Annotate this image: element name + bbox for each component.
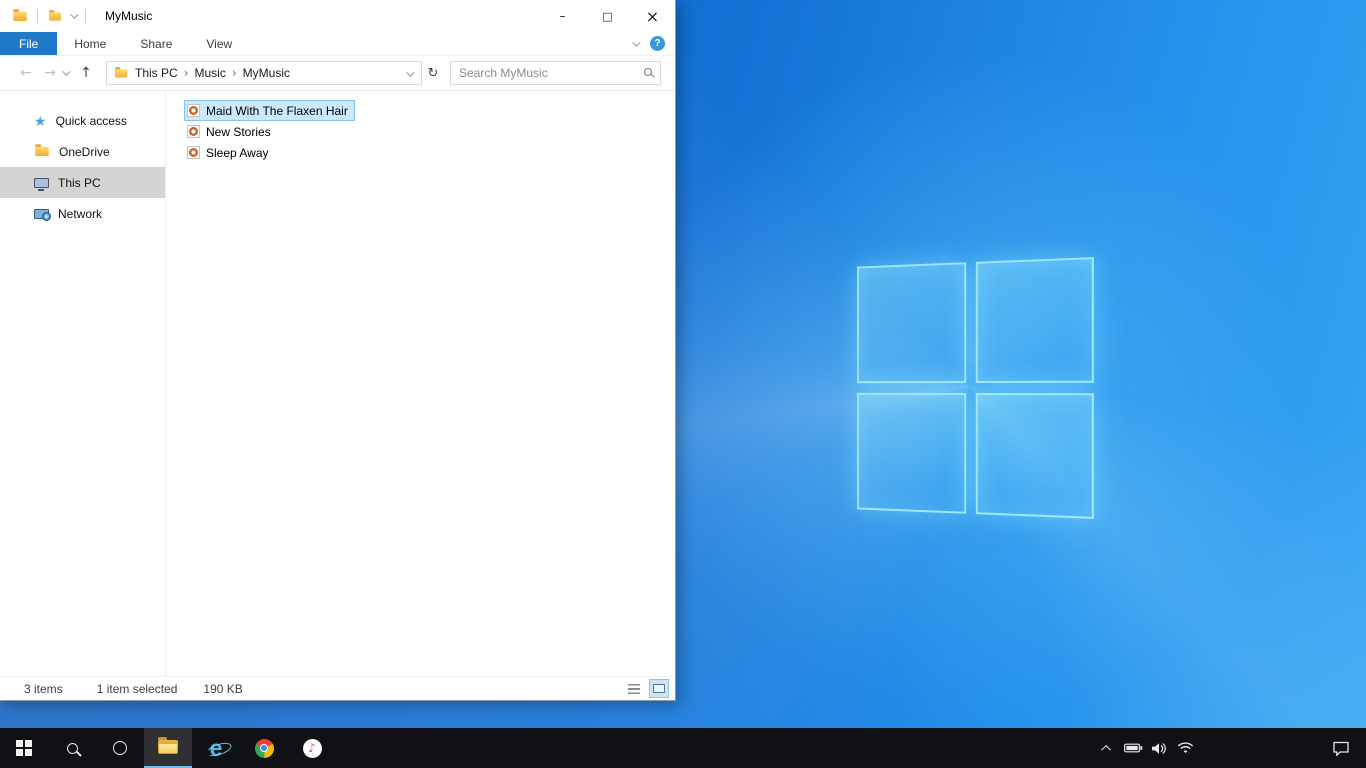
windows-logo-pane — [976, 257, 1094, 383]
breadcrumb-this-pc[interactable]: This PC — [129, 66, 184, 80]
tab-file[interactable]: File — [0, 32, 57, 55]
thumbnails-view-button[interactable] — [649, 679, 669, 698]
media-file-icon — [187, 125, 200, 138]
quick-access-toolbar-chevron-icon[interactable] — [70, 10, 78, 18]
window-controls: – □ × — [540, 0, 675, 32]
network-tray-button[interactable] — [1172, 728, 1198, 768]
search-icon[interactable] — [644, 68, 652, 76]
address-dropdown-chevron-icon[interactable] — [401, 66, 417, 80]
sidebar-item-label: This PC — [58, 176, 101, 190]
file-item[interactable]: New Stories — [184, 121, 278, 142]
search-icon — [67, 743, 78, 754]
windows-logo-pane — [976, 393, 1094, 519]
ribbon-tab-bar: File Home Share View ? — [0, 32, 675, 56]
network-icon — [34, 209, 49, 219]
minimize-button[interactable]: – — [540, 0, 585, 32]
thumbnails-view-icon — [653, 684, 665, 693]
media-file-icon — [187, 104, 200, 117]
taskbar-itunes-button[interactable]: ♪ — [288, 728, 336, 768]
breadcrumb-music[interactable]: Music — [189, 66, 232, 80]
navigation-bar: ← → ↑ This PC › Music › MyMusic ↻ — [0, 56, 675, 91]
action-center-icon — [1333, 741, 1349, 756]
titlebar-divider — [85, 9, 86, 23]
title-bar[interactable]: MyMusic – □ × — [0, 0, 675, 32]
status-selection: 1 item selected — [97, 682, 178, 696]
search-box — [450, 61, 661, 85]
tab-view[interactable]: View — [189, 32, 249, 55]
sidebar-item-this-pc[interactable]: This PC — [0, 167, 165, 198]
music-app-icon: ♪ — [303, 739, 322, 758]
file-name: New Stories — [206, 125, 271, 139]
address-bar[interactable]: This PC › Music › MyMusic — [106, 61, 422, 85]
sidebar-item-label: Network — [58, 207, 102, 221]
battery-tray-button[interactable] — [1120, 728, 1146, 768]
this-pc-icon — [34, 178, 49, 188]
address-folder-icon — [115, 69, 127, 77]
system-tray — [1094, 728, 1366, 768]
sidebar-item-label: OneDrive — [59, 145, 110, 159]
file-explorer-icon — [158, 740, 178, 754]
file-name: Sleep Away — [206, 146, 269, 160]
taskbar: e ♪ — [0, 728, 1366, 768]
back-button[interactable]: ← — [14, 65, 38, 81]
file-item[interactable]: Maid With The Flaxen Hair — [184, 100, 355, 121]
sidebar-item-onedrive[interactable]: OneDrive — [0, 136, 165, 167]
status-bar: 3 items 1 item selected 190 KB — [0, 676, 675, 700]
sidebar-item-quick-access[interactable]: ★ Quick access — [0, 105, 165, 136]
window-title: MyMusic — [105, 9, 152, 23]
media-file-icon — [187, 146, 200, 159]
details-view-icon — [628, 684, 640, 694]
quick-access-toolbar-icon[interactable] — [49, 12, 61, 20]
sidebar-item-label: Quick access — [56, 114, 127, 128]
forward-button[interactable]: → — [38, 65, 62, 81]
breadcrumb-mymusic[interactable]: MyMusic — [237, 66, 296, 80]
cortana-button[interactable] — [96, 728, 144, 768]
close-button[interactable]: × — [630, 0, 675, 32]
up-button[interactable]: ↑ — [74, 65, 98, 81]
details-view-button[interactable] — [624, 679, 644, 698]
navigation-pane: ★ Quick access OneDrive This PC Network — [0, 91, 166, 677]
recent-locations-chevron-icon[interactable] — [62, 67, 70, 75]
windows-logo-pane — [857, 393, 966, 514]
tab-home[interactable]: Home — [57, 32, 123, 55]
wifi-icon — [1177, 742, 1194, 754]
help-icon[interactable]: ? — [650, 36, 665, 51]
windows-start-icon — [16, 740, 32, 756]
chevron-up-icon — [1101, 744, 1111, 754]
expand-ribbon-chevron-icon[interactable] — [632, 38, 640, 46]
search-input[interactable] — [451, 62, 660, 84]
maximize-button[interactable]: □ — [585, 0, 630, 32]
taskbar-internet-explorer-button[interactable]: e — [192, 728, 240, 768]
taskbar-chrome-button[interactable] — [240, 728, 288, 768]
onedrive-icon — [35, 147, 49, 156]
status-size: 190 KB — [203, 682, 242, 696]
file-list: Maid With The Flaxen Hair New Stories Sl… — [166, 91, 675, 677]
file-explorer-window: MyMusic – □ × File Home Share View ? ← →… — [0, 0, 676, 701]
speaker-icon — [1151, 742, 1167, 755]
cortana-icon — [113, 741, 127, 755]
windows-logo — [857, 257, 1094, 519]
internet-explorer-icon: e — [210, 737, 223, 760]
quick-access-star-icon: ★ — [34, 114, 47, 128]
system-menu-folder-icon[interactable] — [13, 11, 27, 20]
taskbar-search-button[interactable] — [48, 728, 96, 768]
tab-share[interactable]: Share — [123, 32, 189, 55]
status-item-count: 3 items — [24, 682, 63, 696]
windows-logo-pane — [857, 262, 966, 383]
volume-tray-button[interactable] — [1146, 728, 1172, 768]
sidebar-item-network[interactable]: Network — [0, 198, 165, 229]
titlebar-divider — [37, 9, 38, 23]
action-center-button[interactable] — [1320, 728, 1362, 768]
battery-icon — [1124, 743, 1143, 753]
file-item[interactable]: Sleep Away — [184, 142, 276, 163]
tray-expand-button[interactable] — [1094, 728, 1120, 768]
start-button[interactable] — [0, 728, 48, 768]
file-name: Maid With The Flaxen Hair — [206, 104, 348, 118]
taskbar-file-explorer-button[interactable] — [144, 728, 192, 768]
refresh-button[interactable]: ↻ — [422, 66, 444, 81]
chrome-icon — [255, 739, 274, 758]
